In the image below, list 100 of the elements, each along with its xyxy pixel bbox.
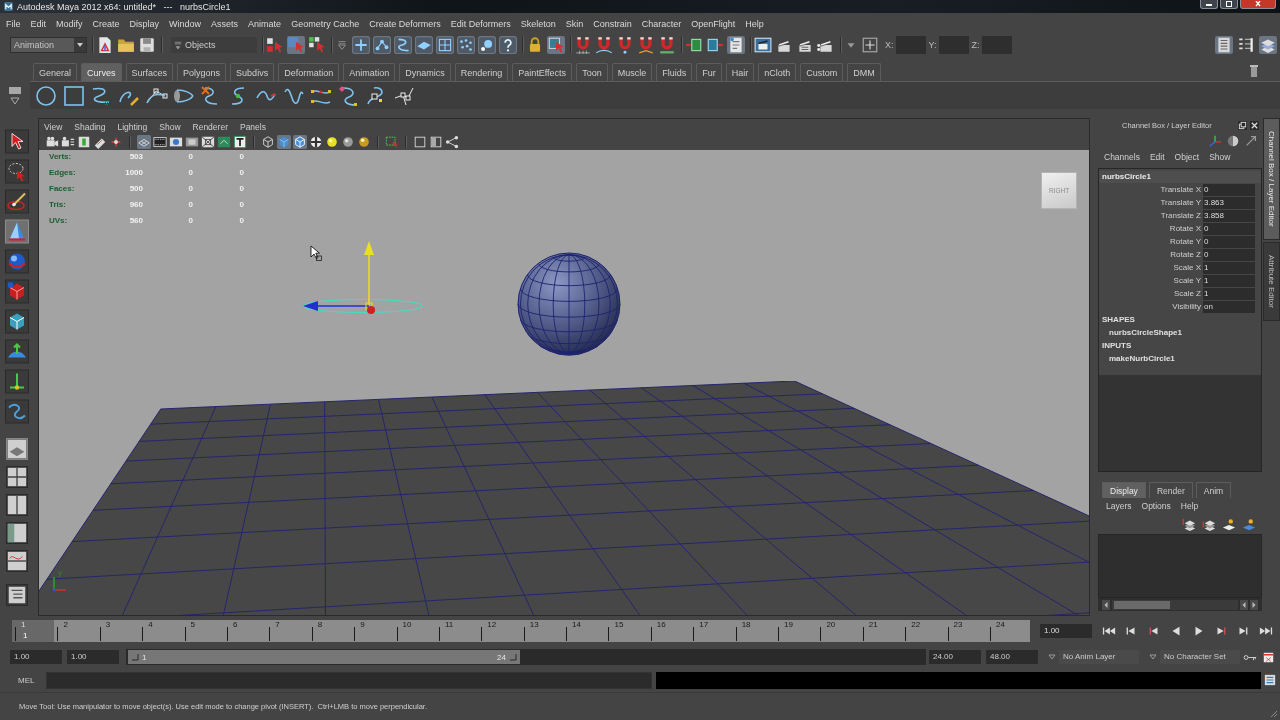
attribute-value-field[interactable]: 0 — [1203, 235, 1255, 248]
paint-select-icon[interactable] — [5, 188, 29, 215]
soft-mod-icon[interactable] — [5, 338, 29, 365]
shelf-tab[interactable]: Custom — [800, 63, 844, 81]
layer-tab[interactable]: Display — [1102, 482, 1146, 498]
render-view-icon[interactable] — [754, 36, 772, 54]
layer-plane-icon[interactable] — [1222, 517, 1236, 531]
side-tab[interactable]: Channel Box / Layer Editor — [1263, 118, 1280, 240]
menu-item[interactable]: Layers — [1106, 501, 1132, 511]
close-button[interactable] — [1240, 0, 1276, 9]
minimize-button[interactable] — [1200, 0, 1218, 9]
menu-item[interactable]: Create — [92, 18, 120, 29]
trash-icon[interactable] — [1249, 64, 1259, 78]
title-box-icon[interactable] — [233, 135, 247, 149]
isolate-select-icon[interactable] — [385, 135, 399, 149]
half-square-icon[interactable] — [429, 135, 443, 149]
shelf-tab[interactable]: Curves — [81, 63, 122, 81]
circle-icon[interactable] — [34, 83, 58, 108]
panel-menu-item[interactable]: Renderer — [192, 121, 228, 132]
checker-ball-icon[interactable] — [309, 135, 323, 149]
menu-item[interactable]: Help — [745, 18, 764, 29]
menu-item[interactable]: Geometry Cache — [291, 18, 360, 29]
menu-item[interactable]: Show — [1209, 151, 1231, 162]
glowing-sphere-icon[interactable] — [325, 135, 339, 149]
pan-icon[interactable] — [109, 135, 123, 149]
save-icon[interactable] — [138, 36, 156, 54]
left-arrow-icon[interactable] — [1240, 599, 1248, 610]
move-tool-icon[interactable] — [5, 218, 29, 245]
menu-item[interactable]: Edit — [30, 18, 47, 29]
selection-mode-dropdown[interactable]: Objects — [171, 37, 257, 53]
gate-mask-icon[interactable] — [185, 135, 199, 149]
menu-item[interactable]: Display — [129, 18, 160, 29]
shelf-tab[interactable]: Toon — [576, 63, 608, 81]
attribute-value-field[interactable]: 0 — [1203, 248, 1255, 261]
square-icon[interactable] — [61, 83, 86, 108]
attribute-value-field[interactable]: 1 — [1203, 287, 1255, 300]
particles-icon[interactable] — [457, 36, 475, 54]
film-gate-icon[interactable] — [153, 135, 167, 149]
layer-tab[interactable]: Anim — [1195, 482, 1232, 498]
side-tab[interactable]: Attribute Editor — [1263, 241, 1280, 321]
attribute-value-field[interactable]: 1 — [1203, 274, 1255, 287]
current-time-marker[interactable]: 1 1 — [12, 620, 55, 642]
joint-chain-icon[interactable] — [373, 36, 391, 54]
menu-item[interactable]: Constrain — [593, 18, 632, 29]
menu-item[interactable]: Character — [641, 18, 682, 29]
time-slider[interactable]: 1 1 2 3 4 5 6 7 8 9 10 11 12 13 14 15 16 17 18 19 20 21 22 23 24 — [12, 620, 1030, 642]
attribute-value-field[interactable]: 3.858 — [1203, 209, 1255, 222]
playback-end-field[interactable]: 24.00 — [929, 650, 981, 664]
scale-tool-icon[interactable] — [5, 278, 29, 305]
magnet-icon[interactable] — [658, 36, 676, 54]
left-arrow-icon[interactable] — [1102, 599, 1110, 610]
shelf-tab[interactable]: Muscle — [611, 63, 653, 81]
right-arrow-icon[interactable] — [1250, 599, 1258, 610]
bookmark-icon[interactable] — [77, 135, 91, 149]
panel-menu-item[interactable]: Lighting — [117, 121, 148, 132]
panel-menu-item[interactable]: View — [44, 121, 63, 132]
shelf-tab[interactable]: General — [33, 63, 78, 81]
render-object-icon[interactable] — [478, 36, 496, 54]
hierarchy-select-icon[interactable] — [266, 36, 284, 54]
new-scene-icon[interactable] — [96, 36, 114, 54]
key-icon[interactable] — [1243, 652, 1257, 662]
shelf-tab[interactable]: Fluids — [656, 63, 693, 81]
layer-tab[interactable]: Render — [1148, 482, 1193, 498]
range-handle-icon[interactable] — [131, 653, 139, 661]
nodes-icon[interactable] — [445, 135, 459, 149]
skip-to-end-icon[interactable] — [1258, 625, 1273, 637]
end-time-field[interactable]: 48.00 — [986, 650, 1038, 664]
shelf-tab[interactable]: Fur — [696, 63, 722, 81]
shelf-tab[interactable]: Hair — [725, 63, 755, 81]
rotate-tool-icon[interactable] — [5, 248, 29, 275]
menu-item[interactable]: Edit — [1149, 151, 1165, 162]
menu-item[interactable]: Help — [1180, 501, 1199, 511]
show-manipulator-icon[interactable] — [5, 368, 29, 395]
shelf-tab[interactable]: Polygons — [177, 63, 227, 81]
layer-stack-icon[interactable] — [1182, 517, 1196, 531]
sphere-icon[interactable] — [341, 135, 355, 149]
menu-arrow-icon[interactable] — [8, 97, 22, 106]
input-ops-icon[interactable] — [685, 36, 703, 54]
attribute-name[interactable]: Translate Y — [1099, 198, 1203, 207]
layer-plane-icon[interactable] — [1242, 517, 1256, 531]
wireframe-cube-icon[interactable] — [261, 135, 275, 149]
panel-menu-item[interactable]: Shading — [74, 121, 106, 132]
current-frame-field[interactable]: 1.00 — [1040, 624, 1092, 638]
outliner-layout-icon[interactable] — [6, 522, 28, 544]
attribute-name[interactable]: Translate Z — [1099, 211, 1203, 220]
range-slider-track[interactable]: 1 24 — [126, 649, 926, 665]
half-sphere-icon[interactable] — [1226, 133, 1240, 148]
language-toggle[interactable]: MEL — [18, 675, 36, 685]
menu-item[interactable]: OpenFlight — [691, 18, 736, 29]
magnet-icon[interactable] — [637, 36, 655, 54]
menu-item[interactable]: Create Deformers — [369, 18, 441, 29]
tool-settings-icon[interactable] — [1237, 36, 1255, 54]
square-outline-icon[interactable] — [413, 135, 427, 149]
curve-icon[interactable] — [394, 36, 412, 54]
curve-tool-icon[interactable] — [5, 398, 29, 425]
attribute-name[interactable]: Scale X — [1099, 263, 1203, 272]
node-name[interactable]: makeNurbCircle1 — [1099, 352, 1261, 365]
menu-item[interactable]: Channels — [1104, 151, 1140, 162]
graph-layout-icon[interactable] — [6, 550, 28, 572]
single-pane-layout-icon[interactable] — [6, 438, 28, 460]
